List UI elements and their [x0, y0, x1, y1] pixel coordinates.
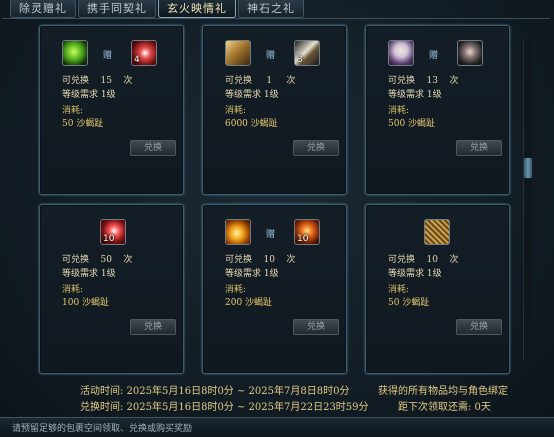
level-requirement: 等级需求 1级 [62, 269, 116, 279]
exchange-count-line: 可兑换 15 次 [62, 76, 133, 86]
reward-card: 可兑换 10 次 等级需求 1级 消耗: 50 沙蝎趾 兑换 [365, 204, 510, 374]
footer-hint: 请预留足够的包裹空间领取、兑换或购买奖励 [12, 424, 193, 434]
cost-value: 50 沙蝎趾 [388, 298, 430, 308]
footer-bar: 请预留足够的包裹空间领取、兑换或购买奖励 [0, 417, 554, 437]
exchange-count-line: 可兑换 10 次 [225, 255, 296, 265]
level-requirement: 等级需求 1级 [388, 90, 442, 100]
golden-flame-icon[interactable] [225, 219, 251, 245]
level-requirement: 等级需求 1级 [225, 90, 279, 100]
reward-card: 赠 3 可兑换 1 次 等级需求 1级 消耗: 6000 沙蝎趾 兑换 [202, 25, 347, 195]
exchange-count-line: 可兑换 1 次 [225, 76, 296, 86]
exchange-button[interactable]: 兑换 [293, 319, 339, 335]
reward-card: 赠 4 可兑换 15 次 等级需求 1级 消耗: 50 沙蝎趾 兑换 [39, 25, 184, 195]
cost-label: 消耗: [388, 106, 410, 116]
cost-value: 500 沙蝎趾 [388, 119, 436, 129]
tab-3[interactable]: 神石之礼 [238, 0, 304, 18]
exchange-time: 兑换时间: 2025年5月16日8时0分 ~ 2025年7月22日23时59分 [80, 402, 369, 413]
golden-plate-icon[interactable] [424, 219, 450, 245]
level-requirement: 等级需求 1级 [62, 90, 116, 100]
red-rune-icon[interactable]: 4 [131, 40, 157, 66]
white-hair-avatar-icon[interactable] [388, 40, 414, 66]
tab-bar: 除灵赠礼 携手同契礼 玄火映情礼 神石之礼 [10, 0, 306, 18]
book-icon[interactable] [225, 40, 251, 66]
tab-1[interactable]: 携手同契礼 [78, 0, 156, 18]
next-claim-countdown: 距下次领取还需: 0天 [398, 402, 491, 413]
dark-hair-avatar-icon[interactable] [457, 40, 483, 66]
tab-0[interactable]: 除灵赠礼 [10, 0, 76, 18]
tab-2[interactable]: 玄火映情礼 [158, 0, 236, 18]
red-crystal-icon[interactable]: 10 [100, 219, 126, 245]
fire-chest-icon[interactable]: 10 [294, 219, 320, 245]
activity-time: 活动时间: 2025年5月16日8时0分 ~ 2025年7月8日8时0分 [80, 386, 350, 397]
cost-label: 消耗: [62, 285, 84, 295]
reward-card: 10 可兑换 50 次 等级需求 1级 消耗: 100 沙蝎趾 兑换 [39, 204, 184, 374]
exchange-button[interactable]: 兑换 [456, 319, 502, 335]
scrollbar-thumb[interactable] [524, 158, 532, 178]
cost-value: 100 沙蝎趾 [62, 298, 110, 308]
scrollbar[interactable] [523, 40, 532, 360]
item-count: 10 [103, 234, 115, 244]
exchange-button[interactable]: 兑换 [130, 140, 176, 156]
reward-card: 赠 可兑换 13 次 等级需求 1级 消耗: 500 沙蝎趾 兑换 [365, 25, 510, 195]
reward-card: 赠 10 可兑换 10 次 等级需求 1级 消耗: 200 沙蝎趾 兑换 [202, 204, 347, 374]
level-requirement: 等级需求 1级 [225, 269, 279, 279]
bind-note: 获得的所有物品均与角色绑定 [378, 386, 508, 397]
cost-label: 消耗: [225, 285, 247, 295]
exchange-count-line: 可兑换 50 次 [62, 255, 133, 265]
green-orb-icon[interactable] [62, 40, 88, 66]
exchange-count-line: 可兑换 13 次 [388, 76, 459, 86]
cost-value: 50 沙蝎趾 [62, 119, 104, 129]
exchange-button[interactable]: 兑换 [293, 140, 339, 156]
item-count: 4 [134, 55, 140, 65]
gift-label: 赠 [266, 51, 276, 61]
cost-label: 消耗: [225, 106, 247, 116]
scroll-icon[interactable]: 3 [294, 40, 320, 66]
cost-label: 消耗: [62, 106, 84, 116]
gift-label: 赠 [429, 51, 439, 61]
exchange-panel: 赠 4 可兑换 15 次 等级需求 1级 消耗: 50 沙蝎趾 兑换 赠 3 可… [2, 18, 550, 379]
cost-value: 6000 沙蝎趾 [225, 119, 278, 129]
level-requirement: 等级需求 1级 [388, 269, 442, 279]
exchange-count-line: 可兑换 10 次 [388, 255, 459, 265]
cost-value: 200 沙蝎趾 [225, 298, 273, 308]
exchange-button[interactable]: 兑换 [130, 319, 176, 335]
item-count: 3 [297, 55, 303, 65]
gift-label: 赠 [103, 51, 113, 61]
cost-label: 消耗: [388, 285, 410, 295]
exchange-button[interactable]: 兑换 [456, 140, 502, 156]
item-count: 10 [297, 234, 309, 244]
gift-label: 赠 [266, 230, 276, 240]
